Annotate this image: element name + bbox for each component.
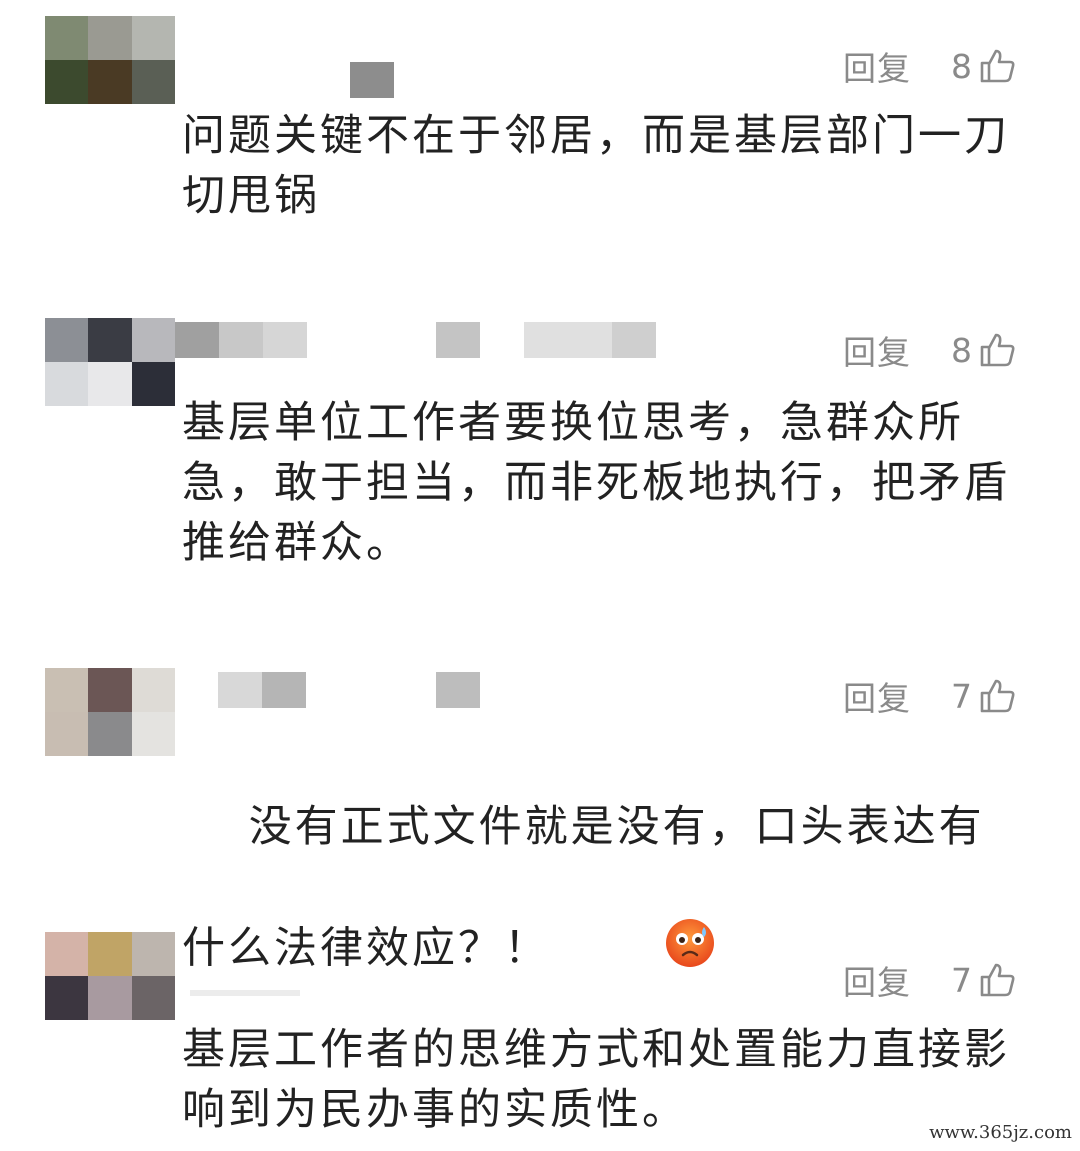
avatar[interactable] <box>45 668 175 756</box>
like-button[interactable]: 7 <box>951 677 1016 716</box>
comment-text: 基层工作者的思维方式和处置能力直接影响到为民办事的实质性。 <box>182 1025 1010 1135</box>
thumbs-up-icon <box>978 677 1016 715</box>
username-blurred <box>190 990 300 996</box>
avatar[interactable] <box>45 16 175 104</box>
username-blurred[interactable] <box>218 672 306 708</box>
like-button[interactable]: 8 <box>951 47 1016 86</box>
reply-button[interactable]: 回复 <box>843 672 911 720</box>
reply-button[interactable]: 回复 <box>843 956 911 1004</box>
username-blurred <box>436 322 480 358</box>
thumbs-up-icon <box>978 961 1016 999</box>
like-count: 7 <box>951 960 972 1000</box>
anxious-face-emoji <box>564 857 716 1045</box>
avatar[interactable] <box>45 932 175 1020</box>
username-blurred[interactable] <box>350 62 394 98</box>
avatar[interactable] <box>45 318 175 406</box>
reply-button[interactable]: 回复 <box>843 326 911 374</box>
thumbs-up-icon <box>978 47 1016 85</box>
like-count: 7 <box>951 676 972 716</box>
comment-text: 基层单位工作者要换位思考，急群众所急，敢于担当，而非死板地执行，把矛盾推给群众。 <box>182 398 1010 568</box>
like-button[interactable]: 8 <box>951 331 1016 370</box>
like-count: 8 <box>951 46 972 86</box>
like-button[interactable]: 7 <box>951 961 1016 1000</box>
like-count: 8 <box>951 330 972 370</box>
thumbs-up-icon <box>978 331 1016 369</box>
username-blurred <box>436 672 480 708</box>
watermark: www.365jz.com <box>929 1122 1072 1143</box>
reply-button[interactable]: 回复 <box>843 42 911 90</box>
username-blurred[interactable] <box>175 322 307 358</box>
comment-text: 问题关键不在于邻居，而是基层部门一刀切甩锅 <box>182 111 1010 221</box>
username-blurred <box>524 322 656 358</box>
